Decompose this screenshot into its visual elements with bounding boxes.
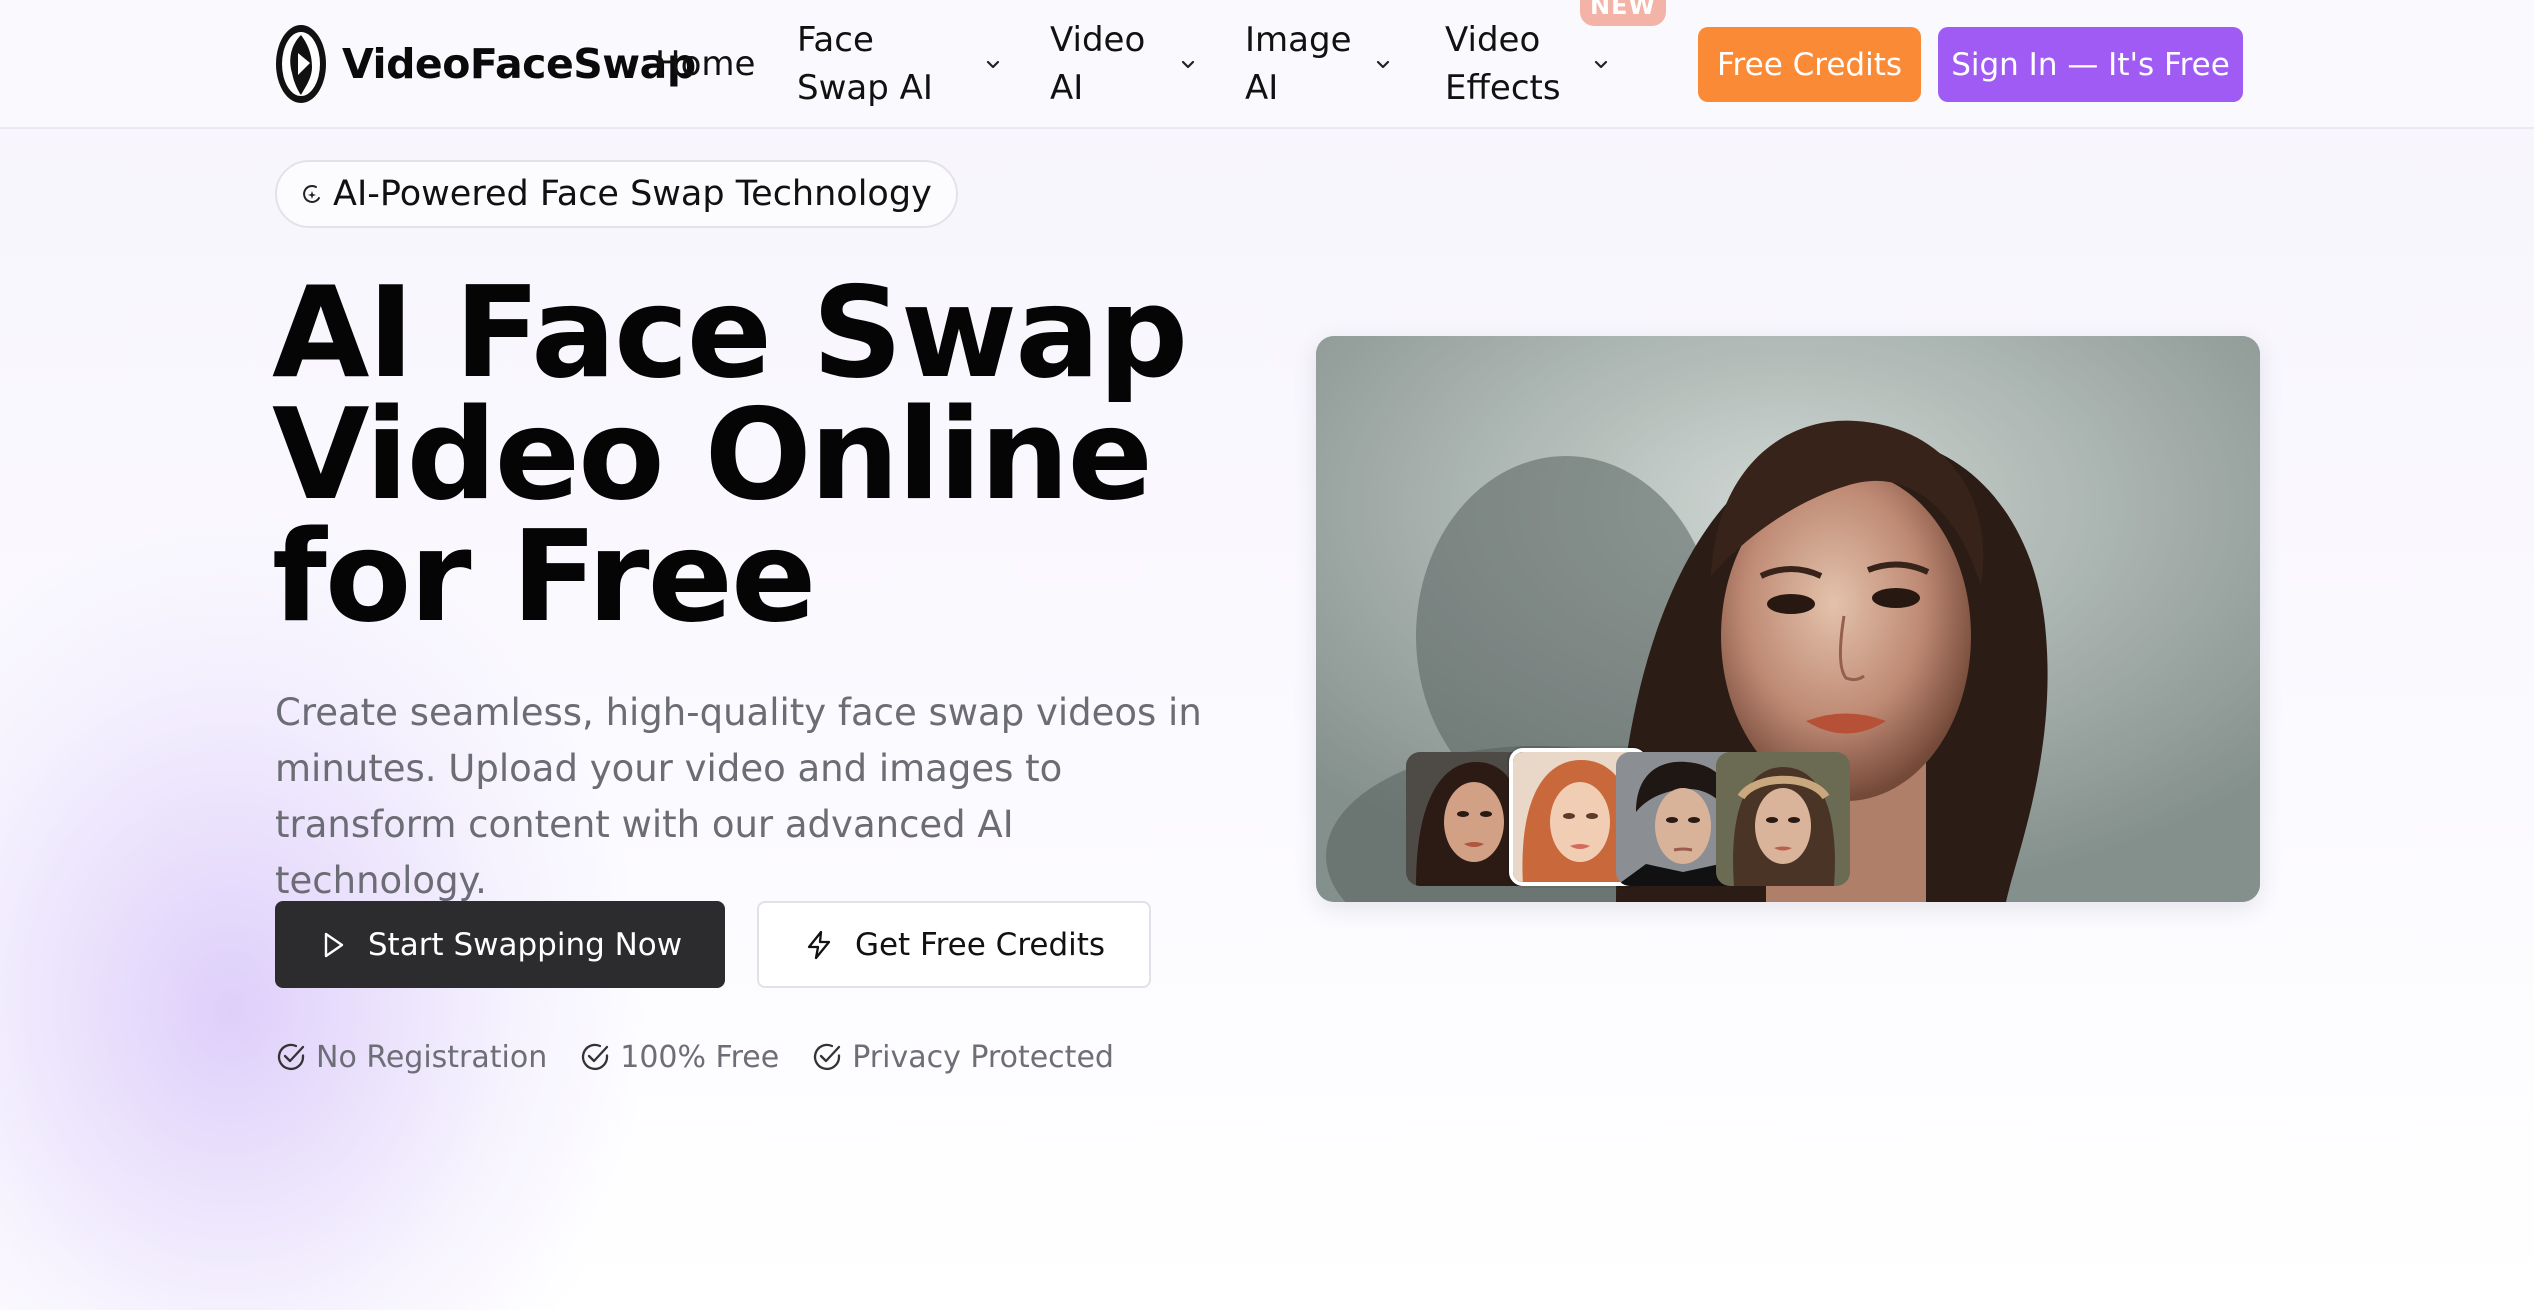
nav-video-ai-label: Video AI	[1050, 20, 1146, 108]
sign-in-button[interactable]: Sign In — It's Free	[1938, 27, 2243, 102]
face-thumbnail-image	[1716, 752, 1850, 886]
feature-label: No Registration	[316, 1039, 548, 1075]
sparkle-icon	[303, 185, 320, 203]
feature-label: Privacy Protected	[852, 1039, 1114, 1075]
hero-media-preview	[1316, 336, 2260, 902]
nav-video-ai[interactable]: Video AI	[1050, 16, 1198, 112]
nav-video-effects-label: Video Effects	[1445, 20, 1561, 108]
face-thumbnail[interactable]	[1716, 752, 1850, 886]
new-badge: NEW	[1580, 0, 1666, 26]
nav-home[interactable]: Home	[655, 16, 755, 112]
start-swapping-label: Start Swapping Now	[367, 926, 683, 963]
check-circle-icon	[277, 1043, 305, 1071]
nav-image-ai-label: Image AI	[1245, 20, 1352, 108]
check-circle-icon	[582, 1043, 609, 1071]
feature-label: 100% Free	[620, 1039, 780, 1075]
chevron-down-icon	[986, 60, 1000, 69]
check-circle-icon	[814, 1043, 841, 1071]
hero-title-line: AI Face Swap	[272, 259, 1188, 406]
get-free-credits-label: Get Free Credits	[854, 926, 1106, 963]
nav-image-ai[interactable]: Image AI	[1245, 16, 1393, 112]
chevron-down-icon	[1181, 60, 1195, 69]
technology-badge-text: AI-Powered Face Swap Technology	[333, 174, 932, 214]
logo[interactable]: VideoFaceSwap	[274, 23, 696, 105]
chevron-down-icon	[1594, 60, 1608, 69]
feature-item: 100% Free	[579, 1040, 779, 1075]
nav-face-swap-ai-label: Face Swap AI	[797, 20, 933, 108]
start-swapping-button[interactable]: Start Swapping Now	[275, 901, 725, 988]
get-free-credits-button[interactable]: Get Free Credits	[757, 901, 1151, 988]
chevron-down-icon	[1376, 60, 1390, 69]
logo-icon	[276, 25, 326, 103]
lightning-icon	[807, 930, 831, 959]
play-icon	[324, 932, 344, 957]
hero-title-line: Video Online	[272, 381, 1153, 528]
hero-title-line: for Free	[272, 503, 816, 650]
nav-video-effects[interactable]: Video Effects	[1445, 16, 1611, 112]
nav-face-swap-ai[interactable]: Face Swap AI	[797, 16, 1003, 112]
site-header: VideoFaceSwap Home Face Swap AI Video AI…	[0, 0, 2534, 129]
feature-item: Privacy Protected	[811, 1040, 1114, 1075]
technology-badge: AI-Powered Face Swap Technology	[275, 160, 958, 228]
nav-home-label: Home	[655, 44, 756, 84]
brand-name: VideoFaceSwap	[342, 40, 696, 88]
free-credits-button[interactable]: Free Credits	[1698, 27, 1921, 102]
feature-item: No Registration	[275, 1040, 547, 1075]
feature-list: No Registration 100% Free Privacy Protec…	[275, 1038, 1146, 1076]
hero-description: Create seamless, high-quality face swap …	[275, 691, 1202, 902]
hero-title: AI Face Swap Video Online for Free	[272, 259, 1188, 650]
